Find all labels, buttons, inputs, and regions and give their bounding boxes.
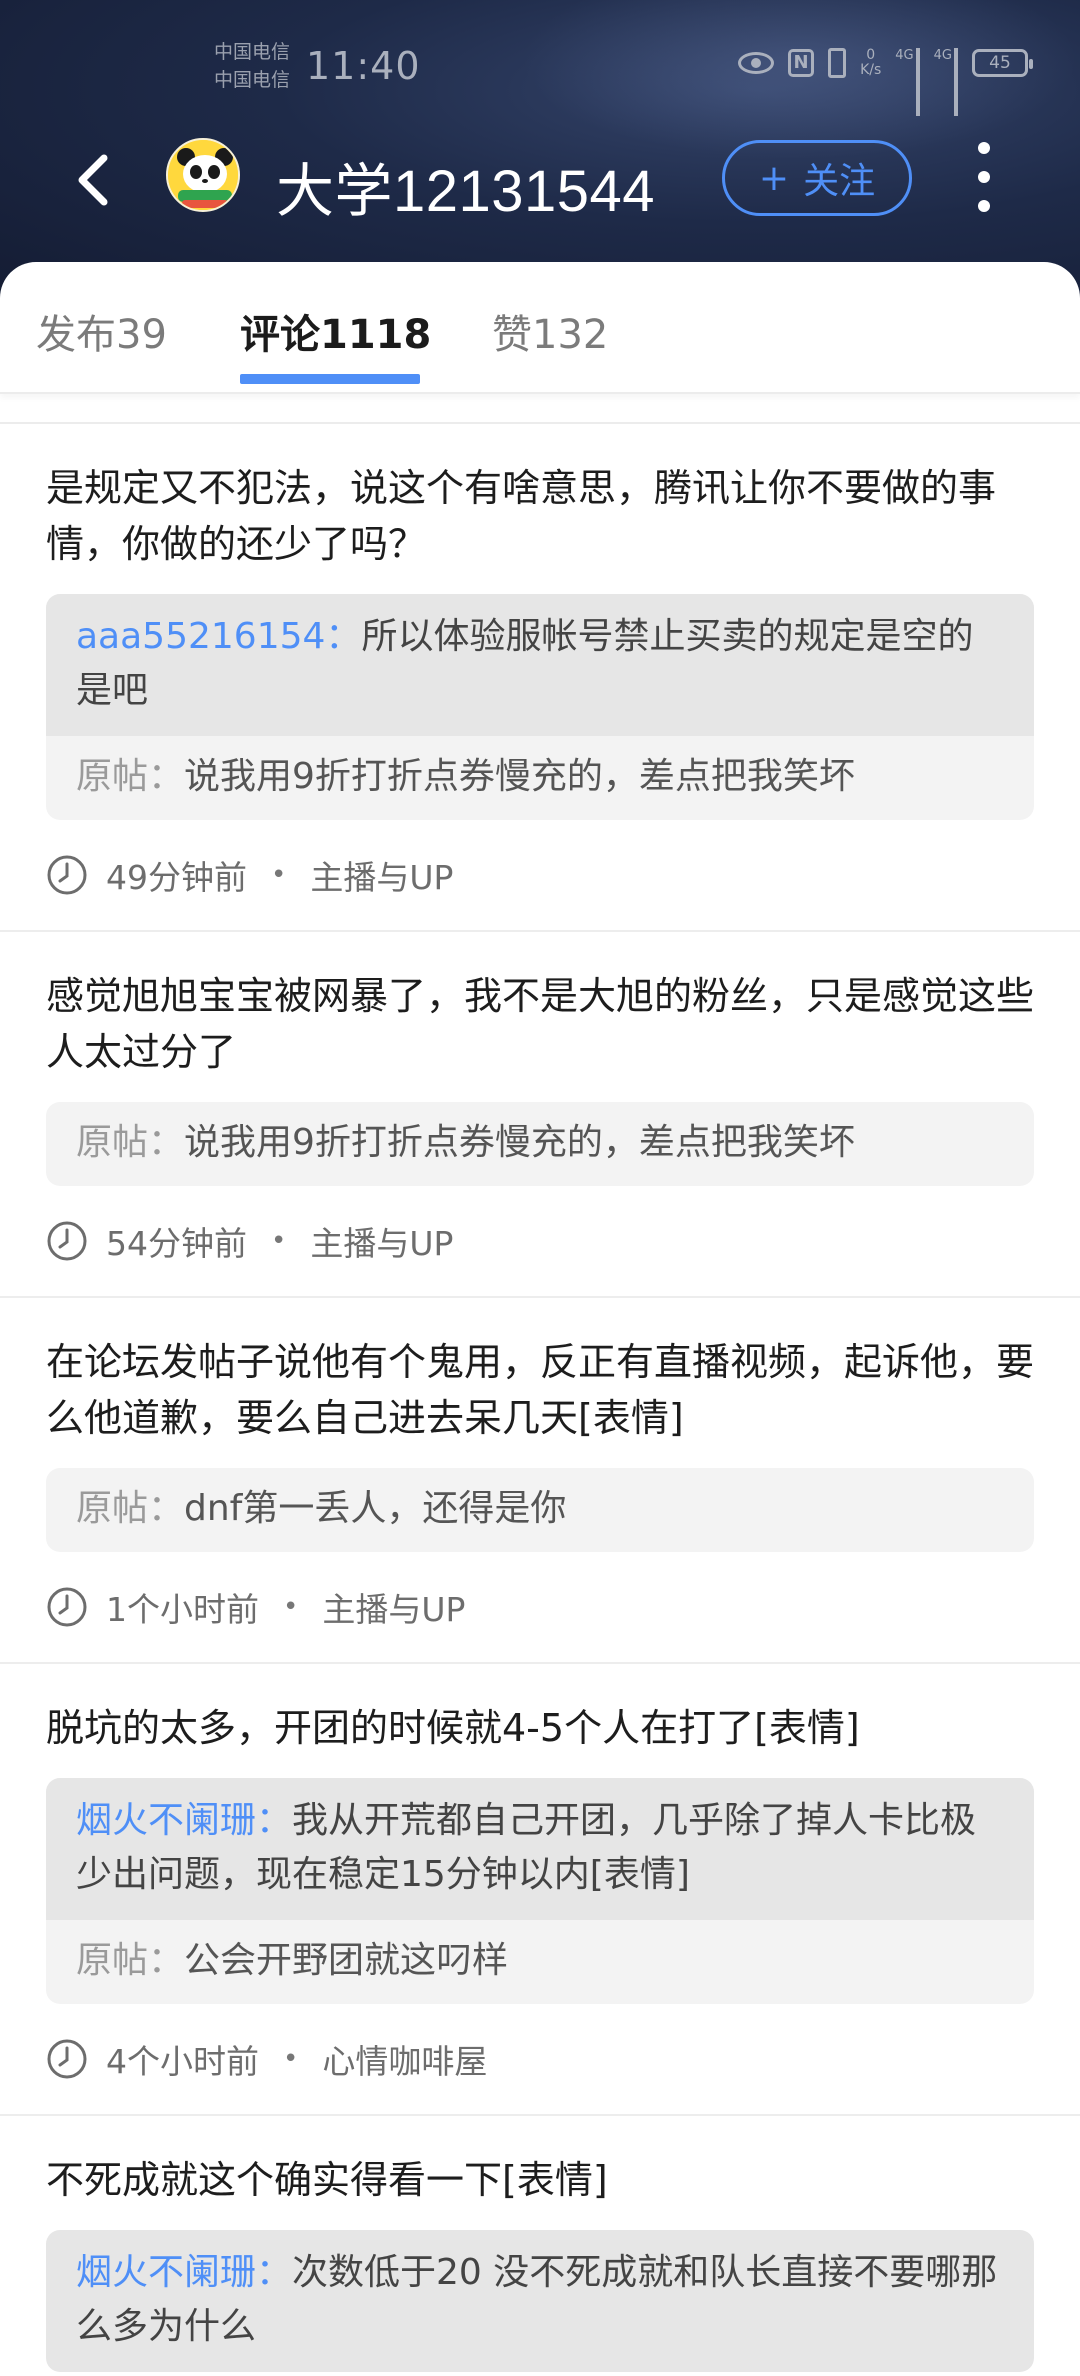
tab-comments[interactable]: 评论1118 [240,302,431,360]
status-icons: N 0 K/s 4G 4G 45 [738,48,1033,116]
original-post-label: 原帖： [76,1940,185,1981]
reply-username[interactable]: 烟火不阑珊 [76,2252,256,2293]
reply-quote: 烟火不阑珊：次数低于20 没不死成就和队长直接不要哪那么多为什么 [46,2230,1034,2372]
comment-item[interactable]: 在论坛发帖子说他有个鬼用，反正有直播视频，起诉他，要么他道歉，要么自己进去呆几天… [0,1298,1080,1664]
clock-icon [47,1587,87,1627]
more-options-icon[interactable] [974,142,994,212]
comment-time: 54分钟前 [106,1224,247,1263]
network-speed: 0 K/s [860,48,881,78]
comment-item[interactable]: 不死成就这个确实得看一下[表情] 烟火不阑珊：次数低于20 没不死成就和队长直接… [0,2116,1080,2372]
page-title: 大学12131544 [276,159,656,224]
original-post[interactable]: 原帖：公会开野团就这叼样 [46,1920,1034,2004]
carrier-info: 中国电信 中国电信 [214,38,290,94]
original-post-text: 说我用9折打折点券慢充的，差点把我笑坏 [184,1122,855,1163]
network-type-1: 4G [895,48,914,63]
meta-separator: • [283,1592,299,1622]
panda-avatar-icon [168,140,238,210]
comment-meta: 4个小时前 • 心情咖啡屋 [46,2004,1034,2114]
comment-text: 感觉旭旭宝宝被网暴了，我不是大旭的粉丝，只是感觉这些人太过分了 [46,974,1035,1074]
comment-board[interactable]: 主播与UP [310,1217,453,1265]
original-post-text: dnf第一丢人，还得是你 [184,1488,567,1529]
network-speed-value: 0 [866,47,876,63]
follow-label: 关注 [803,161,876,202]
comment-meta: 54分钟前 • 主播与UP [46,1186,1034,1296]
comment-time: 1个小时前 [106,1590,259,1629]
comment-board[interactable]: 主播与UP [322,1583,465,1631]
reply-username[interactable]: aaa55216154 [76,616,325,657]
eye-comfort-icon [738,52,775,74]
clock-icon [47,2039,87,2079]
tab-posts[interactable]: 发布39 [36,302,167,360]
original-post[interactable]: 原帖：说我用9折打折点券慢充的，差点把我笑坏 [46,1102,1034,1186]
back-arrow-icon[interactable] [66,150,126,210]
signal-bars-1-icon [915,48,920,116]
quote-box[interactable]: 原帖：dnf第一丢人，还得是你 [46,1468,1034,1552]
tab-likes[interactable]: 赞132 [492,302,608,360]
comment-board[interactable]: 主播与UP [310,851,453,899]
quote-box[interactable]: 烟火不阑珊：次数低于20 没不死成就和队长直接不要哪那么多为什么 [46,2230,1034,2372]
active-tab-indicator [240,374,420,384]
divider [0,394,1080,424]
comment-item[interactable]: 感觉旭旭宝宝被网暴了，我不是大旭的粉丝，只是感觉这些人太过分了 原帖：说我用9折… [0,932,1080,1298]
reply-username[interactable]: 烟火不阑珊 [76,1800,256,1841]
follow-button[interactable]: + 关注 [722,140,912,216]
quote-box[interactable]: 烟火不阑珊：我从开荒都自己开团，几乎除了掉人卡比极少出问题，现在稳定15分钟以内… [46,1778,1034,2004]
avatar[interactable] [166,138,240,212]
carrier-1: 中国电信 [214,41,291,63]
battery-icon: 45 [972,49,1033,77]
meta-separator: • [283,2044,299,2074]
clock-icon [47,855,87,895]
reply-separator: ： [325,616,362,657]
comment-board[interactable]: 心情咖啡屋 [322,2035,487,2083]
original-post-text: 说我用9折打折点券慢充的，差点把我笑坏 [184,756,855,797]
vibrate-icon [828,48,847,78]
comment-text: 在论坛发帖子说他有个鬼用，反正有直播视频，起诉他，要么他道歉，要么自己进去呆几天… [46,1340,1035,1440]
comment-text: 脱坑的太多，开团的时候就4-5个人在打了[表情] [46,1706,860,1750]
network-type-2: 4G [933,48,952,63]
reply-quote: aaa55216154：所以体验服帐号禁止买卖的规定是空的是吧 [46,594,1034,736]
nfc-icon: N [788,49,815,77]
carrier-2: 中国电信 [214,69,291,91]
network-speed-unit: K/s [860,62,882,78]
original-post-label: 原帖： [76,756,185,797]
original-post-label: 原帖： [76,1488,185,1529]
reply-separator: ： [256,1800,293,1841]
comment-text: 不死成就这个确实得看一下[表情] [46,2158,608,2202]
comment-item[interactable]: 是规定又不犯法，说这个有啥意思，腾讯让你不要做的事情，你做的还少了吗？ aaa5… [0,424,1080,932]
signal-bars-2-icon [954,48,958,116]
tab-bar: 发布39 评论1118 赞132 [0,262,1080,394]
clock-icon [47,1221,87,1261]
meta-separator: • [271,1226,287,1256]
comment-text: 是规定又不犯法，说这个有啥意思，腾讯让你不要做的事情，你做的还少了吗？ [46,466,997,566]
comment-time: 4个小时前 [106,2042,259,2081]
signal-2: 4G [933,48,958,116]
original-post[interactable]: 原帖：说我用9折打折点券慢充的，差点把我笑坏 [46,736,1034,820]
quote-box[interactable]: 原帖：说我用9折打折点券慢充的，差点把我笑坏 [46,1102,1034,1186]
status-bar: 中国电信 中国电信 11:40 N 0 K/s 4G 4G 45 [0,30,1080,116]
reply-quote: 烟火不阑珊：我从开荒都自己开团，几乎除了掉人卡比极少出问题，现在稳定15分钟以内… [46,1778,1034,1920]
reply-separator: ： [256,2252,293,2293]
title-bar: 大学12131544 + 关注 [0,128,1080,238]
signal-1: 4G [895,48,920,116]
comment-meta: 49分钟前 • 主播与UP [46,820,1034,930]
plus-icon: + [758,157,790,199]
meta-separator: • [271,860,287,890]
quote-box[interactable]: aaa55216154：所以体验服帐号禁止买卖的规定是空的是吧 原帖：说我用9折… [46,594,1034,820]
original-post[interactable]: 原帖：dnf第一丢人，还得是你 [46,1468,1034,1552]
clock-time: 11:40 [306,44,421,88]
original-post-label: 原帖： [76,1122,185,1163]
original-post-text: 公会开野团就这叼样 [184,1940,509,1981]
comment-item[interactable]: 脱坑的太多，开团的时候就4-5个人在打了[表情] 烟火不阑珊：我从开荒都自己开团… [0,1664,1080,2116]
comment-meta: 1个小时前 • 主播与UP [46,1552,1034,1662]
content-panel: 发布39 评论1118 赞132 是规定又不犯法，说这个有啥意思，腾讯让你不要做… [0,262,1080,2376]
comment-time: 49分钟前 [106,858,247,897]
